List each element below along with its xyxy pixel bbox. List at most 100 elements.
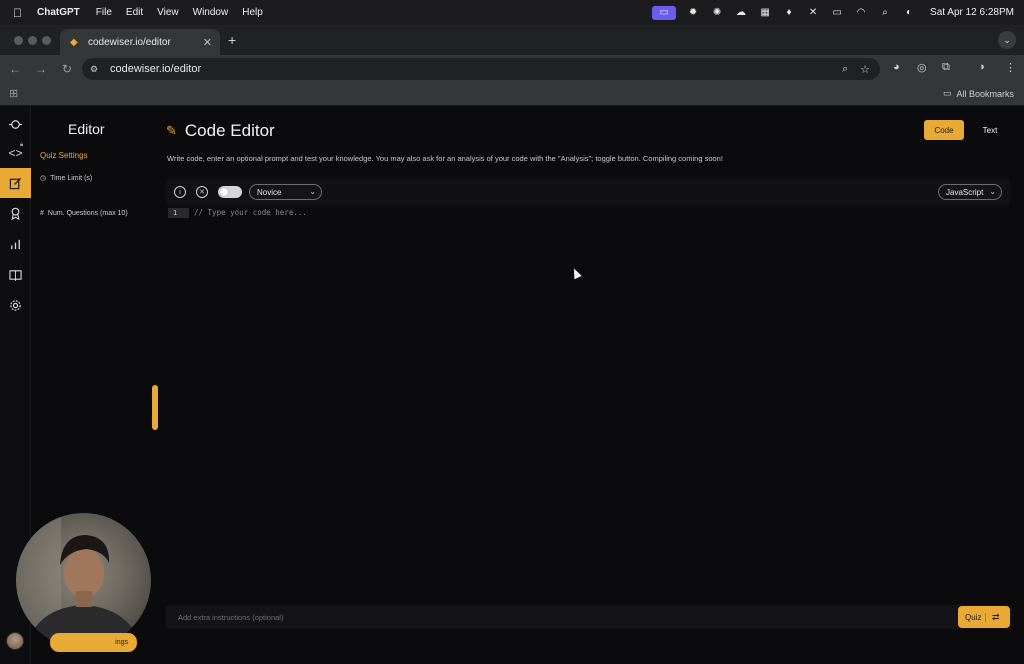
webcam-overlay xyxy=(16,513,151,648)
wifi-icon[interactable]: ◠ xyxy=(854,7,868,19)
person-video-feed xyxy=(16,513,141,648)
panel-collapse-handle[interactable] xyxy=(152,385,158,430)
folder-icon: ▭ xyxy=(942,88,952,98)
brightness-icon[interactable]: ✹ xyxy=(686,7,700,19)
quiz-button-label: Quiz xyxy=(958,612,986,622)
bar-chart-icon xyxy=(11,239,20,249)
tab-close-icon[interactable]: ✕ xyxy=(203,36,212,49)
browser-tab[interactable]: ◆ codewiser.io/editor ✕ xyxy=(60,29,220,55)
window-close-button[interactable] xyxy=(14,36,23,45)
page-description: Write code, enter an optional prompt and… xyxy=(167,154,723,163)
analysis-toggle[interactable] xyxy=(218,186,242,198)
search-icon[interactable]: ⌕ xyxy=(878,7,892,19)
address-bar[interactable]: ⚙ codewiser.io/editor ⌕ ☆ xyxy=(82,58,880,80)
cloud-icon[interactable]: ☁ xyxy=(734,7,748,19)
mode-code-button[interactable]: Code xyxy=(924,120,964,140)
apps-grid-icon[interactable]: ⊞ xyxy=(9,87,18,100)
codewiser-app: <> Editor 🔒︎ Quiz Settings ◷ Time Limit … xyxy=(0,107,1024,664)
quiz-button[interactable]: Quiz ⇄ xyxy=(958,606,1010,628)
page-header: ✎ Code Editor xyxy=(166,121,275,141)
rail-item-editor[interactable] xyxy=(0,168,31,198)
editor-toolbar: i ✕ Novice ⌄ JavaScript ⌄ xyxy=(166,179,1010,205)
edit-icon xyxy=(9,177,22,189)
pencil-square-icon: ✎ xyxy=(166,123,177,138)
browser-toolbar: ← → ↻ ⚙ codewiser.io/editor ⌕ ☆ ◕ ◎ ⧉ ◑ … xyxy=(0,55,1024,82)
battery-icon[interactable]: ▭ xyxy=(830,7,844,19)
clear-icon[interactable]: ✕ xyxy=(196,186,208,198)
panel-title: Editor xyxy=(68,121,105,137)
settings-button-partial[interactable]: ings xyxy=(50,633,137,652)
menu-window[interactable]: Window xyxy=(193,7,229,18)
award-icon xyxy=(11,207,20,220)
forward-icon[interactable]: → xyxy=(34,62,48,76)
prompt-input-bar[interactable]: Add extra instructions (optional) Quiz ⇄ xyxy=(166,605,1012,629)
profile-avatar-icon[interactable]: ◑ xyxy=(978,61,985,73)
tab-title: codewiser.io/editor xyxy=(88,36,171,48)
code-editor[interactable]: 1 // Type your code here... xyxy=(166,205,1010,585)
new-tab-icon[interactable]: + xyxy=(228,32,236,48)
notes-icon[interactable]: ▦ xyxy=(758,7,772,19)
openai-icon[interactable]: ✺ xyxy=(710,7,724,19)
chevron-down-icon: ⌄ xyxy=(309,187,316,196)
bookmark-star-icon[interactable]: ☆ xyxy=(860,63,870,76)
code-placeholder[interactable]: // Type your code here... xyxy=(194,208,307,218)
extension-record-icon[interactable]: ◎ xyxy=(917,61,927,74)
reload-icon[interactable]: ↻ xyxy=(60,62,74,76)
language-value: JavaScript xyxy=(946,187,984,197)
window-zoom-button[interactable] xyxy=(42,36,51,45)
rail-logo[interactable] xyxy=(0,109,31,139)
time-limit-label: Time Limit (s) xyxy=(50,174,93,182)
chevron-down-icon: ⌄ xyxy=(989,187,996,196)
extension-palette-icon[interactable]: ◕ xyxy=(893,61,900,73)
mode-text-button[interactable]: Text xyxy=(970,120,1010,140)
gear-icon xyxy=(10,299,21,311)
shortcut-icon[interactable]: ♦ xyxy=(782,7,796,19)
rail-item-achievements[interactable] xyxy=(0,198,31,228)
control-center-icon[interactable]: ◐ xyxy=(902,7,916,19)
difficulty-value: Novice xyxy=(257,187,282,197)
rail-item-stats[interactable] xyxy=(0,229,31,259)
logo-icon xyxy=(9,119,22,129)
num-questions-setting[interactable]: # Num. Questions (max 10) xyxy=(40,210,128,217)
menu-edit[interactable]: Edit xyxy=(126,7,143,18)
language-select[interactable]: JavaScript ⌄ xyxy=(938,184,1002,200)
site-info-icon[interactable]: ⚙ xyxy=(90,64,102,75)
hash-icon: # xyxy=(40,210,44,217)
all-bookmarks[interactable]: ▭ All Bookmarks xyxy=(943,88,1014,99)
browser-menu-icon[interactable]: ⋮ xyxy=(1005,61,1016,74)
status-icons: ▭ ✹ ✺ ☁ ▦ ♦ ✕ ▭ ◠ ⌕ ◐ Sat Apr 12 6:28PM xyxy=(652,5,1014,20)
menubar-clock[interactable]: Sat Apr 12 6:28PM xyxy=(930,7,1014,18)
difficulty-select[interactable]: Novice ⌄ xyxy=(249,184,322,200)
back-icon[interactable]: ← xyxy=(8,62,22,76)
menu-app-name[interactable]: ChatGPT xyxy=(37,7,80,18)
favicon-icon: ◆ xyxy=(70,36,78,48)
screen-record-icon[interactable]: ▭ xyxy=(652,5,677,20)
menu-help[interactable]: Help xyxy=(242,7,263,18)
all-bookmarks-label: All Bookmarks xyxy=(956,88,1014,99)
line-number: 1 xyxy=(168,208,189,218)
bookmarks-bar: ⊞ ▭ All Bookmarks xyxy=(0,82,1024,106)
extensions-puzzle-icon[interactable]: ⧉ xyxy=(942,61,950,74)
mode-toggle: Code Text xyxy=(924,120,1010,140)
tab-search-chevron-icon[interactable]: ⌄ xyxy=(998,31,1016,49)
menu-view[interactable]: View xyxy=(157,7,179,18)
info-icon[interactable]: i xyxy=(174,186,186,198)
prompt-input[interactable]: Add extra instructions (optional) xyxy=(178,613,283,622)
menu-file[interactable]: File xyxy=(96,7,112,18)
zoom-icon[interactable]: ⌕ xyxy=(842,63,848,76)
quiz-settings-heading: Quiz Settings xyxy=(40,151,88,160)
address-url[interactable]: codewiser.io/editor xyxy=(110,63,201,75)
swap-icon: ⇄ xyxy=(992,611,1000,622)
browser-tab-strip: ◆ codewiser.io/editor ✕ + ⌄ xyxy=(0,25,1024,55)
user-avatar[interactable] xyxy=(6,632,24,650)
num-questions-label: Num. Questions (max 10) xyxy=(47,210,128,217)
book-icon xyxy=(9,269,22,281)
bluetooth-icon[interactable]: ✕ xyxy=(806,7,820,19)
page-title: Code Editor xyxy=(184,121,275,140)
window-minimize-button[interactable] xyxy=(28,36,37,45)
rail-item-settings[interactable] xyxy=(0,290,31,320)
apple-icon[interactable]:  xyxy=(13,6,27,20)
time-limit-setting[interactable]: ◷ Time Limit (s) xyxy=(40,174,93,183)
rail-item-library[interactable] xyxy=(0,259,31,289)
rail-item-code[interactable]: <> xyxy=(0,138,31,168)
